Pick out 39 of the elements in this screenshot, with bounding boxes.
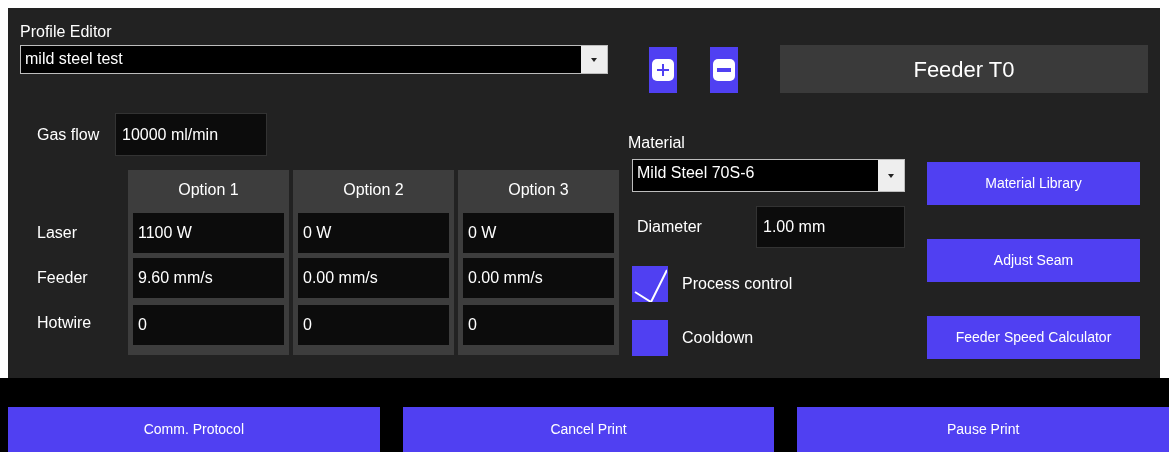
column-header: Option 3 xyxy=(458,170,619,210)
option-field[interactable]: 0 xyxy=(298,304,449,345)
checkbox[interactable] xyxy=(632,320,668,356)
row-label: Feeder xyxy=(36,267,88,288)
option-field[interactable]: 0.00 mm/s xyxy=(463,257,614,298)
bottom-button[interactable]: Pause Print xyxy=(797,407,1169,452)
side-button[interactable]: Feeder Speed Calculator xyxy=(927,316,1140,359)
option-field[interactable]: 1100 W xyxy=(133,212,284,253)
checkbox-label: Process control xyxy=(682,274,793,294)
checkmark-icon xyxy=(633,268,667,302)
column-header: Option 1 xyxy=(128,170,289,210)
diameter-label: Diameter xyxy=(636,217,703,237)
option-field[interactable]: 0 xyxy=(133,304,284,345)
checkbox[interactable] xyxy=(632,266,668,302)
minus-icon xyxy=(713,59,735,81)
panel-title: Profile Editor xyxy=(20,22,113,42)
gas-flow-label: Gas flow xyxy=(36,124,101,145)
row-label: Hotwire xyxy=(36,312,92,333)
bottom-button[interactable]: Cancel Print xyxy=(402,407,775,452)
bottom-button[interactable]: Comm. Protocol xyxy=(8,407,380,452)
add-button[interactable] xyxy=(649,47,677,93)
gas-flow-field[interactable]: 10000 ml/min xyxy=(115,113,267,156)
option-field[interactable]: 9.60 mm/s xyxy=(133,257,284,298)
option-field[interactable]: 0 xyxy=(463,304,614,345)
option-field[interactable]: 0.00 mm/s xyxy=(298,257,449,298)
checkbox-label: Cooldown xyxy=(682,328,754,348)
option-field[interactable]: 0 W xyxy=(463,212,614,253)
material-dropdown[interactable]: Mild Steel 70S-6 xyxy=(632,159,905,192)
row-label: Laser xyxy=(36,222,78,243)
remove-button[interactable] xyxy=(710,47,738,93)
side-button[interactable]: Adjust Seam xyxy=(927,239,1140,282)
plus-icon xyxy=(652,59,674,81)
side-button[interactable]: Material Library xyxy=(927,162,1140,205)
diameter-field[interactable]: 1.00 mm xyxy=(756,206,905,248)
option-field[interactable]: 0 W xyxy=(298,212,449,253)
material-label: Material xyxy=(628,133,686,153)
profile-dropdown[interactable]: mild steel test xyxy=(20,45,608,74)
column-header: Option 2 xyxy=(293,170,454,210)
feeder-title: Feeder T0 xyxy=(780,45,1148,93)
